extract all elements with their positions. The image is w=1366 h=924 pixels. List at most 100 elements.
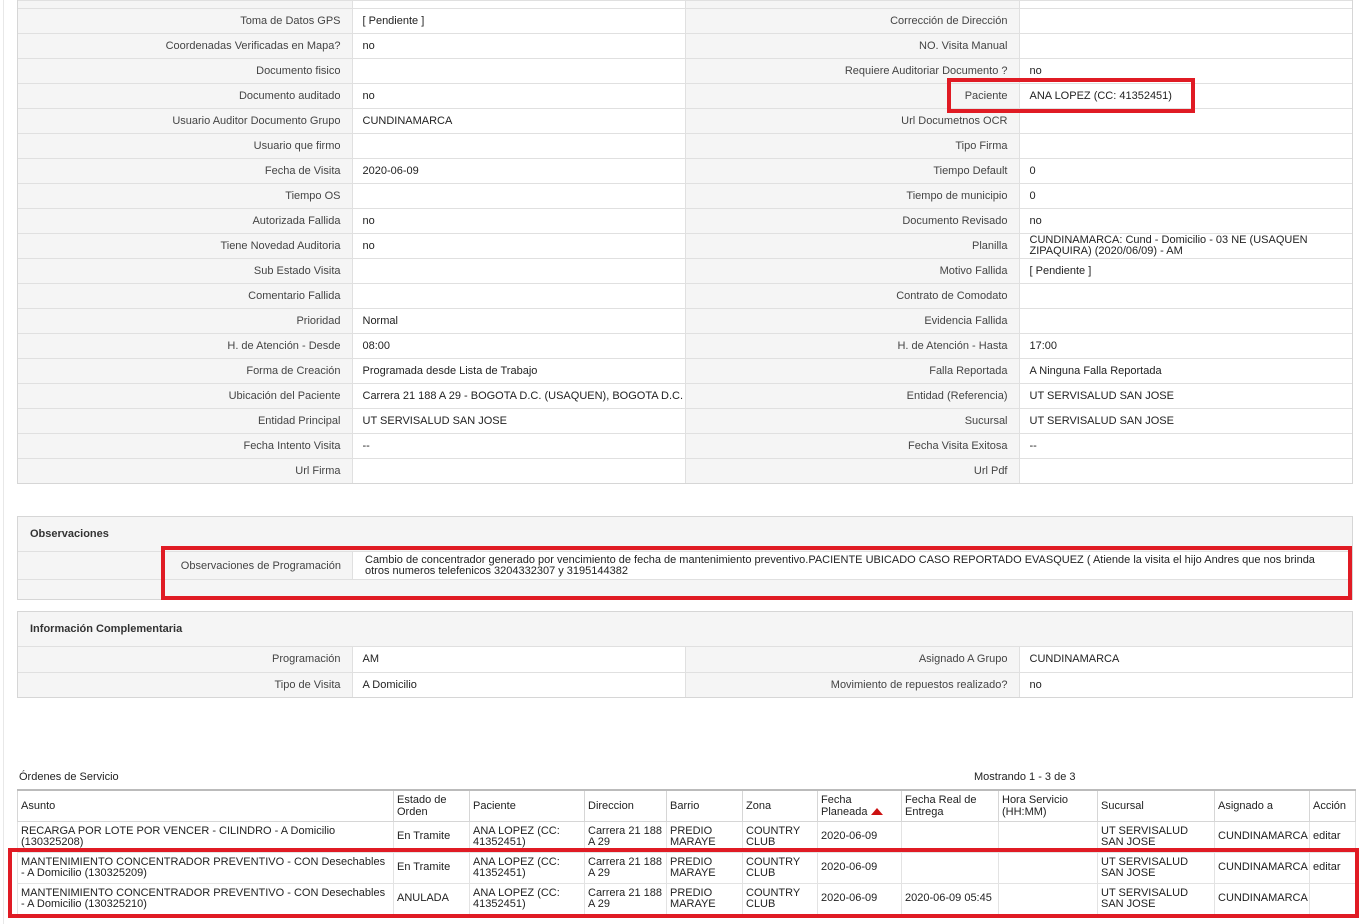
observaciones-row: Observaciones de Programación Cambio de … — [18, 552, 1352, 579]
detail-label: Prioridad — [18, 309, 352, 333]
detail-value: ANA LOPEZ (CC: 41352451) — [1018, 84, 1352, 108]
edit-link[interactable]: editar — [1313, 861, 1341, 873]
detail-label-text: Entidad (Referencia) — [906, 389, 1008, 402]
detail-value: no — [1018, 59, 1352, 83]
detail-label: Entidad (Referencia) — [685, 384, 1019, 408]
complementaria-rows: Programación AM Asignado A Grupo CUNDINAMAR… — [18, 647, 1352, 697]
table-row[interactable]: RECARGA POR LOTE POR VENCER - CILINDRO -… — [17, 820, 1356, 853]
detail-value-text: -- — [1029, 439, 1037, 452]
edit-link-cell — [1309, 882, 1356, 915]
orders-column-header[interactable]: Acción — [1309, 789, 1356, 822]
detail-label: Fecha Visita Exitosa — [685, 434, 1019, 458]
table-cell: UT SERVISALUD SAN JOSE — [1097, 851, 1215, 884]
table-cell: RECARGA POR LOTE POR VENCER - CILINDRO -… — [17, 820, 394, 853]
detail-value-text: -- — [362, 439, 370, 452]
detail-value-text: CUNDINAMARCA: Cund - Domicilio - 03 NE (… — [1029, 234, 1308, 257]
detail-value-text: CUNDINAMARCA — [362, 114, 453, 127]
detail-label: Entidad Principal — [18, 409, 352, 433]
table-cell — [998, 882, 1098, 915]
orders-column-label: Zona — [746, 799, 772, 812]
table-cell-text: PREDIO MARAYE — [670, 855, 716, 879]
complementaria-label: Movimiento de repuestos realizado? — [685, 673, 1019, 697]
detail-value: no — [351, 234, 685, 258]
complementaria-value-text: A Domicilio — [362, 678, 417, 691]
table-cell: COUNTRY CLUB — [742, 882, 818, 915]
orders-column-header[interactable]: Sucursal — [1097, 789, 1215, 822]
detail-row: Ubicación del Paciente Carrera 21 188 A 2… — [18, 383, 1352, 408]
detail-label: Paciente — [685, 84, 1019, 108]
detail-label: Toma de Datos GPS — [18, 9, 352, 33]
detail-value: Programada desde Lista de Trabajo — [351, 359, 685, 383]
orders-column-label: Estado de Orden — [397, 793, 447, 818]
orders-column-header[interactable]: Estado de Orden — [393, 789, 470, 822]
table-row[interactable]: MANTENIMIENTO CONCENTRADOR PREVENTIVO - … — [17, 882, 1356, 915]
detail-value — [1018, 34, 1352, 58]
detail-label-text: Falla Reportada — [929, 364, 1008, 377]
detail-row: Autorizada Fallida no Documento Revisado no — [18, 208, 1352, 233]
detail-value — [1018, 284, 1352, 308]
orders-header: Órdenes de Servicio Mostrando 1 - 3 de 3 — [19, 771, 1355, 785]
table-cell: Carrera 21 188 A 29 — [584, 882, 667, 915]
detail-label-text: Usuario que firmo — [253, 139, 341, 152]
orders-column-header[interactable]: Asignado a — [1214, 789, 1310, 822]
detail-value-text: 2020-06-09 — [362, 164, 419, 177]
detail-value — [1018, 459, 1352, 483]
detail-value-text: Programada desde Lista de Trabajo — [362, 364, 538, 377]
detail-label: Fecha Intento Visita — [18, 434, 352, 458]
edit-link-cell[interactable]: editar — [1309, 851, 1356, 884]
table-cell-text: COUNTRY CLUB — [746, 886, 800, 910]
complementaria-label: Programación — [18, 647, 352, 672]
orders-table: Asunto Estado de Orden Paciente Direccion Ba… — [17, 789, 1356, 915]
detail-value — [351, 134, 685, 158]
detail-value-text: [ Pendiente ] — [362, 14, 425, 27]
detail-label-text: Url Pdf — [973, 464, 1008, 477]
table-cell — [998, 851, 1098, 884]
detail-value — [351, 259, 685, 283]
table-row[interactable]: MANTENIMIENTO CONCENTRADOR PREVENTIVO - … — [17, 851, 1356, 884]
edit-link[interactable]: editar — [1313, 830, 1341, 842]
orders-column-label: Fecha Real de Entrega — [905, 793, 977, 818]
detail-label-text: NO. Visita Manual — [919, 39, 1008, 52]
orders-column-header[interactable]: Hora Servicio (HH:MM) — [998, 789, 1098, 822]
complementaria-label-text: Programación — [272, 653, 341, 665]
orders-column-header[interactable]: Direccion — [584, 789, 667, 822]
detail-label-text: Corrección de Dirección — [890, 14, 1008, 27]
orders-column-header[interactable]: Paciente — [469, 789, 585, 822]
detail-label-text: Tiene Novedad Auditoria — [220, 239, 341, 252]
table-cell-text: En Tramite — [397, 830, 451, 842]
detail-label: Evidencia Fallida — [685, 309, 1019, 333]
observaciones-title: Observaciones — [18, 517, 1352, 552]
detail-value-text: UT SERVISALUD SAN JOSE — [1029, 389, 1174, 402]
detail-label-text: Tipo Firma — [955, 139, 1008, 152]
table-cell-text: COUNTRY CLUB — [746, 855, 800, 879]
orders-column-header[interactable]: Fecha Real de Entrega — [901, 789, 999, 822]
table-cell-text: Carrera 21 188 A 29 — [588, 886, 662, 910]
sort-ascending-icon[interactable] — [870, 808, 883, 816]
edit-link-cell[interactable]: editar — [1309, 820, 1356, 853]
complementaria-label-text: Tipo de Visita — [274, 678, 341, 691]
observaciones-panel: Observaciones Observaciones de Programac… — [17, 516, 1353, 600]
complementaria-value: CUNDINAMARCA — [1018, 647, 1352, 672]
orders-column-header[interactable]: Fecha Planeada — [817, 789, 902, 822]
complementaria-row: Tipo de Visita A Domicilio Movimiento de r… — [18, 672, 1352, 697]
orders-column-header[interactable]: Barrio — [666, 789, 743, 822]
detail-value: -- — [351, 434, 685, 458]
detail-label: Planilla — [685, 234, 1019, 258]
table-cell: COUNTRY CLUB — [742, 820, 818, 853]
orders-column-header[interactable]: Asunto — [17, 789, 394, 822]
table-cell-text: ANA LOPEZ (CC: 41352451) — [473, 855, 560, 879]
table-cell-text: Carrera 21 188 A 29 — [588, 824, 662, 848]
detail-row: Fecha de Visita 2020-06-09 Tiempo Default 0 — [18, 158, 1352, 183]
detail-label: Contrato de Comodato — [685, 284, 1019, 308]
detail-label: Tiempo OS — [18, 184, 352, 208]
orders-column-label: Hora Servicio (HH:MM) — [1002, 793, 1069, 818]
detail-row-partial — [18, 0, 1352, 8]
complementaria-value: A Domicilio — [351, 673, 685, 697]
detail-value — [351, 184, 685, 208]
table-cell: 2020-06-09 05:45 — [901, 882, 999, 915]
detail-label: H. de Atención - Desde — [18, 334, 352, 358]
orders-column-label: Asignado a — [1218, 799, 1274, 812]
detail-value: [ Pendiente ] — [351, 9, 685, 33]
table-cell-text: UT SERVISALUD SAN JOSE — [1101, 886, 1189, 910]
orders-column-header[interactable]: Zona — [742, 789, 818, 822]
